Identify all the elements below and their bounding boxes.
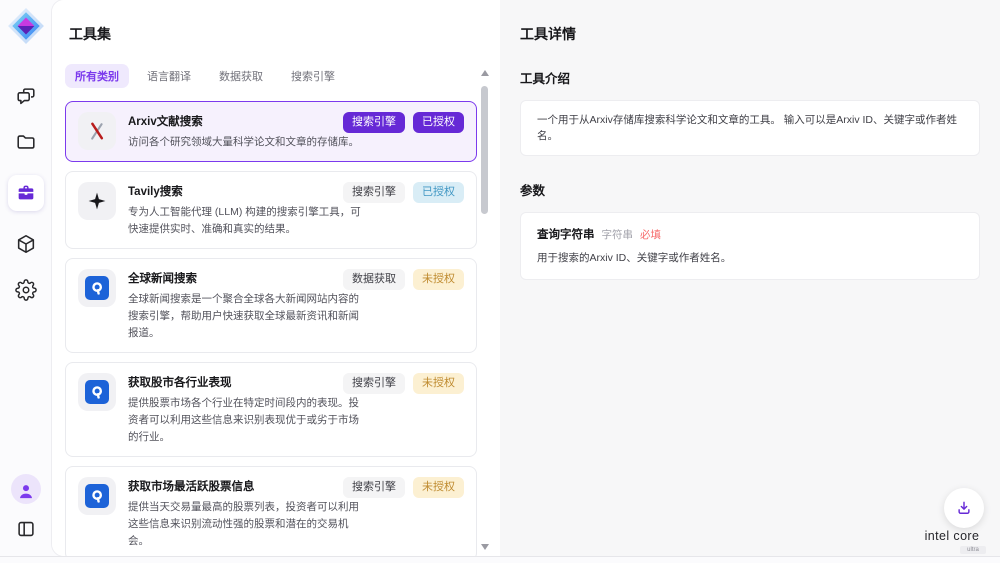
tab-data-fetch[interactable]: 数据获取: [209, 64, 273, 88]
page-title: 工具集: [69, 24, 500, 44]
tab-all-categories[interactable]: 所有类别: [65, 64, 129, 88]
panel-toggle-icon[interactable]: [13, 516, 39, 542]
intel-core-wordmark: intel core: [925, 529, 980, 543]
tool-title: Tavily搜索: [128, 183, 364, 201]
list-scrollbar: [480, 70, 489, 550]
category-badge: 搜索引擎: [343, 477, 405, 498]
download-icon: [955, 499, 973, 517]
badges: 数据获取 未授权: [343, 269, 464, 290]
app-logo-icon: [7, 7, 45, 45]
chat-icon[interactable]: [13, 83, 39, 109]
main-window: 工具集 所有类别 语言翻译 数据获取 搜索引擎 A: [52, 0, 1000, 556]
tool-title: 获取市场最活跃股票信息: [128, 478, 364, 496]
arxiv-x-icon: [78, 112, 116, 150]
rail-nav: [8, 83, 44, 303]
badges: 搜索引擎 已授权: [343, 182, 464, 203]
four-point-star-icon: [78, 182, 116, 220]
tool-description: 全球新闻搜索是一个聚合全球各大新闻网站内容的搜索引擎，帮助用户快速获取全球最新资…: [128, 291, 364, 342]
window-bottom-edge: [0, 556, 1000, 563]
param-description: 用于搜索的Arxiv ID、关键字或作者姓名。: [537, 250, 963, 265]
intel-core-logo: intel core ultra: [916, 527, 988, 554]
badges: 搜索引擎 未授权: [343, 373, 464, 394]
param-required-label: 必填: [640, 227, 661, 242]
category-badge: 搜索引擎: [343, 182, 405, 203]
tool-description: 提供股票市场各个行业在特定时间段内的表现。投资者可以利用这些信息来识别表现优于或…: [128, 395, 364, 446]
tool-description: 访问各个研究领域大量科学论文和文章的存储库。: [128, 134, 364, 151]
badges: 搜索引擎 已授权: [343, 112, 464, 133]
params-heading: 参数: [520, 180, 980, 199]
tool-description: 专为人工智能代理 (LLM) 构建的搜索引擎工具，可快速提供实时、准确和真实的结…: [128, 204, 364, 238]
tab-search-engine[interactable]: 搜索引擎: [281, 64, 345, 88]
intro-card: 一个用于从Arxiv存储库搜索科学论文和文章的工具。 输入可以是Arxiv ID…: [520, 100, 980, 156]
app-root: 工具集 所有类别 语言翻译 数据获取 搜索引擎 A: [0, 0, 1000, 563]
tool-card[interactable]: 获取股市各行业表现 提供股票市场各个行业在特定时间段内的表现。投资者可以利用这些…: [65, 362, 477, 457]
param-head: 查询字符串 字符串 必填: [537, 226, 963, 242]
param-type: 字符串: [602, 227, 634, 242]
tool-description: 提供当天交易量最高的股票列表，投资者可以利用这些信息来识别流动性强的股票和潜在的…: [128, 499, 364, 550]
category-tabs: 所有类别 语言翻译 数据获取 搜索引擎: [65, 64, 500, 88]
category-badge: 搜索引擎: [343, 112, 405, 133]
status-badge: 未授权: [413, 269, 464, 290]
intro-heading: 工具介绍: [520, 68, 980, 87]
intel-ultra-badge: ultra: [960, 546, 986, 554]
tool-title: Arxiv文献搜索: [128, 113, 364, 131]
left-rail: [0, 0, 52, 556]
scroll-up-arrow-icon[interactable]: [481, 70, 489, 76]
status-badge: 未授权: [413, 477, 464, 498]
param-card: 查询字符串 字符串 必填 用于搜索的Arxiv ID、关键字或作者姓名。: [520, 212, 980, 280]
category-badge: 搜索引擎: [343, 373, 405, 394]
status-badge: 已授权: [413, 112, 464, 133]
tool-card[interactable]: Arxiv文献搜索 访问各个研究领域大量科学论文和文章的存储库。 搜索引擎 已授…: [65, 101, 477, 162]
scroll-down-arrow-icon[interactable]: [481, 544, 489, 550]
detail-title: 工具详情: [520, 24, 980, 44]
tool-card[interactable]: 获取市场最活跃股票信息 提供当天交易量最高的股票列表，投资者可以利用这些信息来识…: [65, 466, 477, 556]
tool-card[interactable]: 全球新闻搜索 全球新闻搜索是一个聚合全球各大新闻网站内容的搜索引擎，帮助用户快速…: [65, 258, 477, 353]
status-badge: 已授权: [413, 182, 464, 203]
badges: 搜索引擎 未授权: [343, 477, 464, 498]
tool-title: 获取股市各行业表现: [128, 374, 364, 392]
folder-icon[interactable]: [13, 129, 39, 155]
blue-q-icon: [78, 373, 116, 411]
download-button[interactable]: [944, 488, 984, 528]
tool-card[interactable]: Tavily搜索 专为人工智能代理 (LLM) 构建的搜索引擎工具，可快速提供实…: [65, 171, 477, 249]
blue-q-icon: [78, 477, 116, 515]
rail-bottom: [11, 474, 41, 542]
param-name: 查询字符串: [537, 226, 595, 242]
tab-language-translation[interactable]: 语言翻译: [137, 64, 201, 88]
category-badge: 数据获取: [343, 269, 405, 290]
blue-q-icon: [78, 269, 116, 307]
tool-list-pane: 工具集 所有类别 语言翻译 数据获取 搜索引擎 A: [52, 0, 500, 556]
toolbox-icon[interactable]: [8, 175, 44, 211]
cube-icon[interactable]: [13, 231, 39, 257]
gear-icon[interactable]: [13, 277, 39, 303]
user-avatar[interactable]: [11, 474, 41, 504]
tool-card-list: Arxiv文献搜索 访问各个研究领域大量科学论文和文章的存储库。 搜索引擎 已授…: [65, 101, 477, 556]
tool-detail-pane: 工具详情 工具介绍 一个用于从Arxiv存储库搜索科学论文和文章的工具。 输入可…: [500, 0, 1000, 556]
intro-text: 一个用于从Arxiv存储库搜索科学论文和文章的工具。 输入可以是Arxiv ID…: [537, 112, 963, 144]
status-badge: 未授权: [413, 373, 464, 394]
scrollbar-thumb[interactable]: [481, 86, 488, 214]
tool-title: 全球新闻搜索: [128, 270, 364, 288]
